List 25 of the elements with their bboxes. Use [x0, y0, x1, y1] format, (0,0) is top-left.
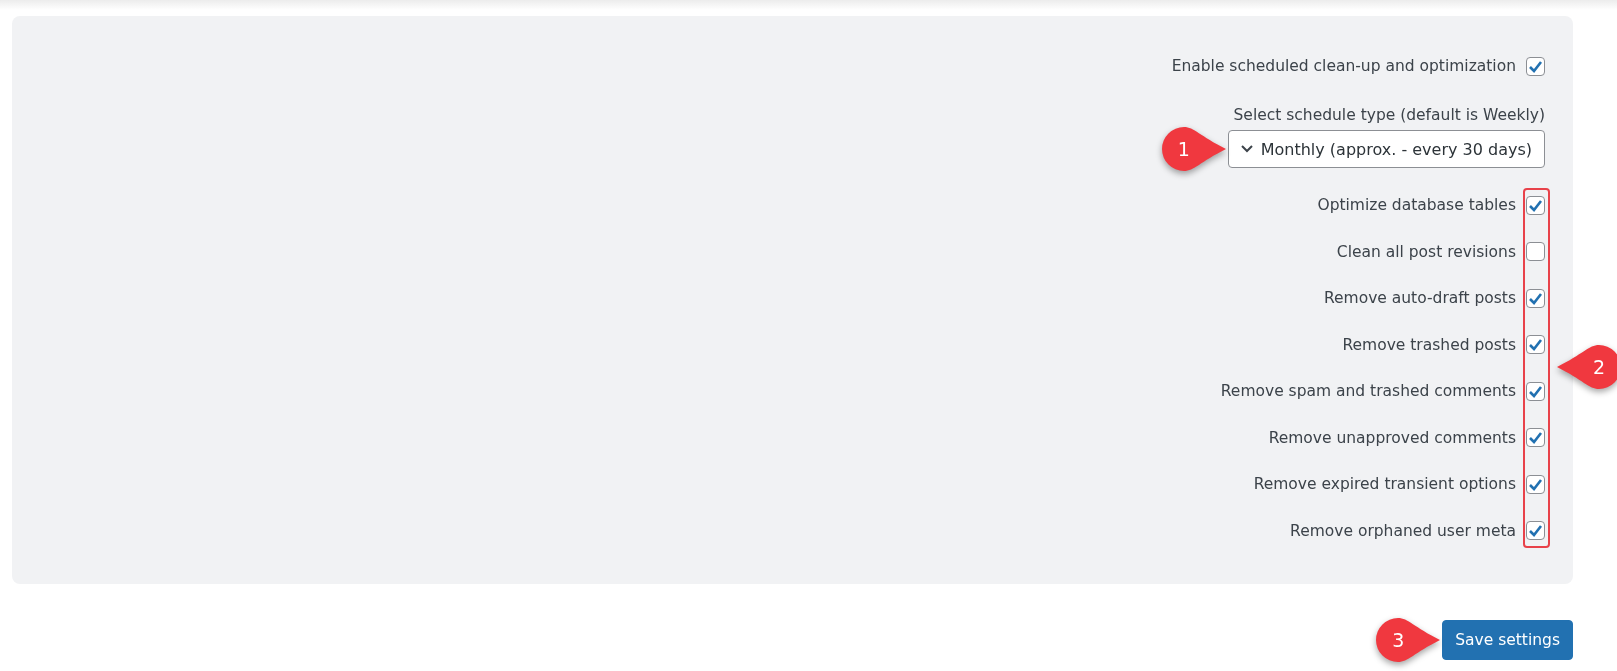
option-label: Optimize database tables — [1317, 196, 1516, 215]
select-label: Select schedule type (default is Weekly) — [1233, 106, 1545, 124]
checkbox[interactable] — [1526, 428, 1545, 448]
chevron-down-icon — [1240, 145, 1253, 153]
option-label: Remove auto-draft posts — [1323, 289, 1516, 308]
callout-badge: 2 — [1557, 344, 1617, 390]
option-label: Remove spam and trashed comments — [1220, 382, 1516, 401]
option-label: Clean all post revisions — [1336, 242, 1516, 261]
checkbox[interactable] — [1526, 56, 1545, 76]
option-label: Remove trashed posts — [1342, 335, 1516, 354]
schedule-select[interactable]: Monthly (approx. - every 30 days) — [1227, 130, 1545, 168]
callout-badge: 3 — [1376, 617, 1441, 663]
checkbox[interactable] — [1526, 381, 1545, 401]
checkbox[interactable] — [1526, 242, 1545, 262]
option-label: Remove unapproved comments — [1268, 428, 1516, 447]
checkbox[interactable] — [1526, 474, 1545, 494]
checkbox[interactable] — [1526, 335, 1545, 355]
option-label: Remove orphaned user meta — [1290, 521, 1516, 540]
option-label: Remove expired transient options — [1253, 475, 1516, 494]
checkbox[interactable] — [1526, 288, 1545, 308]
callout-badge: 1 — [1161, 126, 1226, 172]
checkbox[interactable] — [1526, 195, 1545, 215]
save-button[interactable]: Save settings — [1442, 620, 1573, 660]
checkbox[interactable] — [1526, 521, 1545, 541]
option-label: Enable scheduled clean-up and optimization — [1171, 57, 1516, 75]
